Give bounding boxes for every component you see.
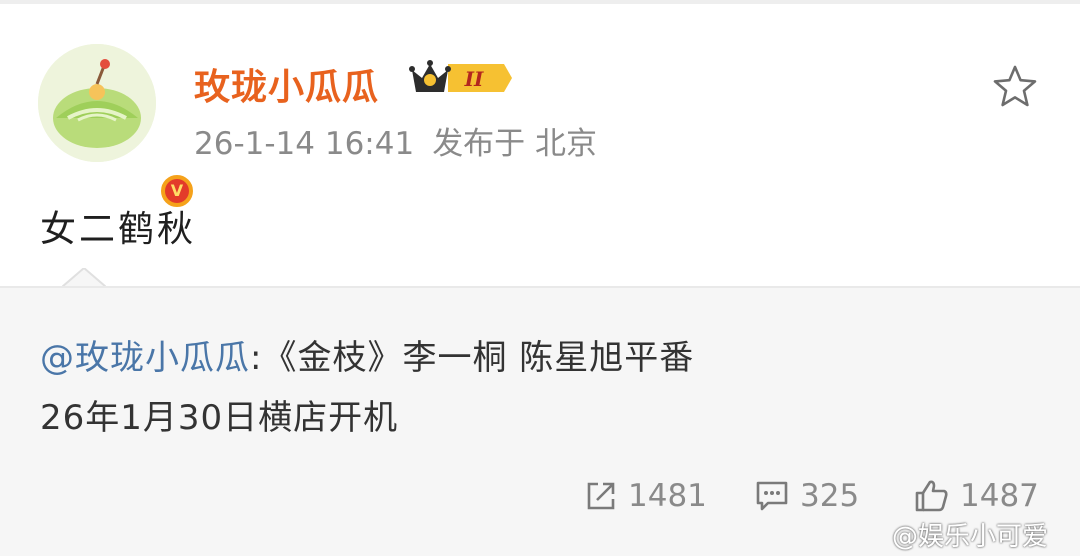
post-location: 发布于 北京 bbox=[432, 126, 598, 162]
avatar-image bbox=[38, 44, 156, 162]
badge-level-label: II bbox=[464, 67, 484, 91]
crown-badge-icon[interactable]: II bbox=[408, 58, 514, 98]
comment-icon bbox=[756, 481, 788, 511]
post-meta: 26-1-14 16:41 发布于 北京 bbox=[194, 118, 597, 163]
post-text: 女二鹤秋 bbox=[40, 209, 197, 250]
repost-text-line1: @玫珑小瓜瓜:《金枝》李一桐 陈星旭平番 bbox=[40, 330, 694, 379]
comment-count: 325 bbox=[800, 478, 860, 514]
repost-text: :《金枝》李一桐 陈星旭平番 bbox=[250, 338, 695, 378]
watermark: @娱乐小可爱 bbox=[892, 522, 1049, 552]
share-icon bbox=[587, 482, 615, 510]
share-count: 1481 bbox=[628, 478, 707, 514]
comment-button[interactable]: 325 bbox=[754, 478, 859, 514]
avatar[interactable]: V bbox=[38, 44, 196, 210]
like-button[interactable]: 1487 bbox=[914, 478, 1039, 514]
repost-text-line2: 26年1月30日横店开机 bbox=[40, 398, 399, 438]
repost-card[interactable]: @玫珑小瓜瓜:《金枝》李一桐 陈星旭平番 26年1月30日横店开机 1481 3… bbox=[0, 286, 1080, 556]
repost-pointer bbox=[61, 266, 107, 289]
author-name[interactable]: 玫珑小瓜瓜 bbox=[194, 58, 379, 110]
like-count: 1487 bbox=[960, 478, 1039, 514]
post-time: 26-1-14 16:41 bbox=[194, 126, 415, 162]
like-icon bbox=[915, 480, 948, 512]
share-button[interactable]: 1481 bbox=[584, 478, 707, 514]
repost-mention-link[interactable]: @玫珑小瓜瓜 bbox=[40, 338, 250, 378]
top-divider bbox=[0, 0, 1080, 4]
star-icon[interactable] bbox=[992, 64, 1038, 108]
